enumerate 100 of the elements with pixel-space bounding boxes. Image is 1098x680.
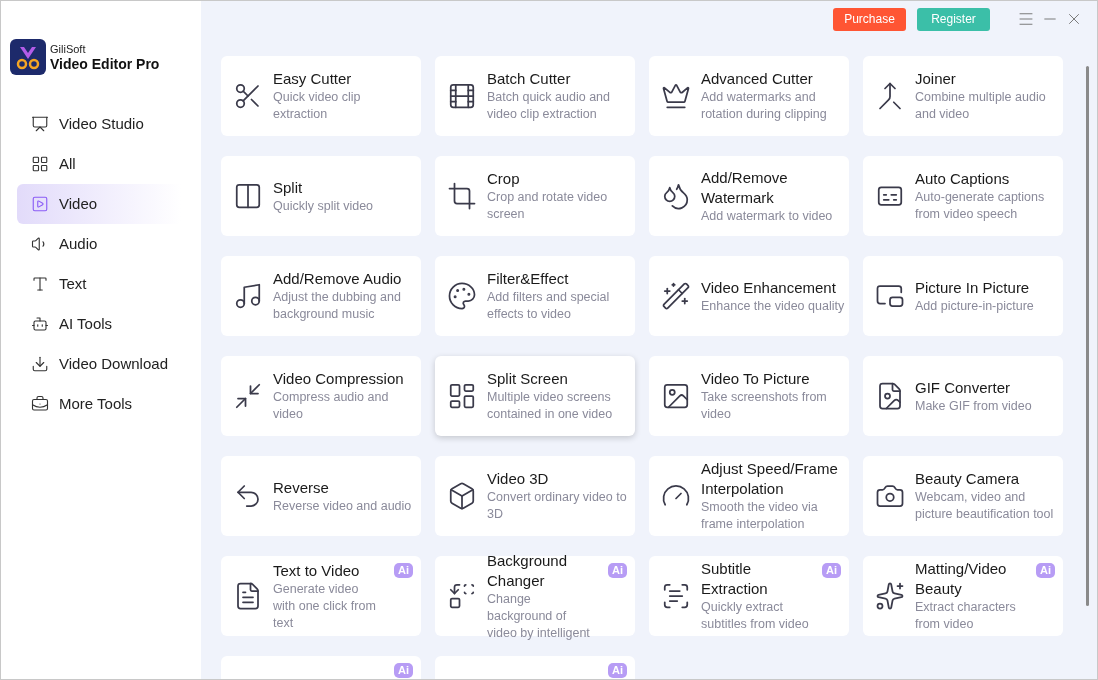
tool-card[interactable]: Video To Picture Take screenshots from video [649,356,849,436]
tool-description: Add watermarks and rotation during clipping [701,89,828,123]
scrollbar[interactable] [1085,66,1089,606]
tool-card[interactable]: Beauty Camera Webcam, video and picture beautification tool [863,456,1063,536]
tool-description: Quickly split video [273,197,374,215]
tool-icon [661,381,691,411]
tool-title: Text to Video [273,560,361,581]
ai-badge: Ai [1036,563,1055,578]
tool-description: Reverse video and audio [273,497,412,515]
tool-title: Picture In Picture [915,277,1031,298]
tool-card[interactable]: Add/Remove Watermark Add watermark to video [649,156,849,236]
tool-icon [661,281,691,311]
tool-card[interactable]: Video 3D Convert ordinary video to 3D [435,456,635,536]
tool-title: Crop [487,169,521,189]
sidebar-item[interactable]: All [17,144,181,184]
menu-icon[interactable] [1017,10,1035,28]
nav-icon [31,275,49,293]
nav-icon [31,195,49,213]
tool-description: Enhance the video quality [701,297,845,315]
tool-card[interactable]: Video Enhancement Enhance the video quality [649,256,849,336]
sidebar-item[interactable]: Audio [17,224,181,264]
tool-icon [875,581,905,611]
tool-description: Adjust the dubbing and background music [273,289,402,323]
logo-icon [10,39,46,75]
tool-description: Crop and rotate video screen [487,189,609,223]
tool-title: Split Screen [487,369,569,389]
tool-description: Compress audio and video [273,389,390,423]
tool-title: Subtitle Extraction [701,559,769,599]
nav-icon [31,315,49,333]
tool-card[interactable]: GIF Converter Make GIF from video [863,356,1063,436]
tool-description: Add filters and special effects to video [487,289,611,323]
tool-title: Split [273,177,304,198]
tool-description: Make GIF from video [915,397,1032,415]
sidebar-item[interactable]: More Tools [17,384,181,424]
tool-title: Video Enhancement [701,277,837,298]
tool-icon [233,181,263,211]
tool-card[interactable]: Subtitle Extraction Quickly extract subtitles from video Ai [649,556,849,636]
tool-description: Batch quick audio and video clip extraction [487,89,611,123]
tool-card[interactable]: Joiner Combine multiple audio and video [863,56,1063,136]
tool-icon [447,81,477,111]
tool-card[interactable]: Auto Captions Auto-generate captions from video speech [863,156,1063,236]
tool-icon [447,181,477,211]
tool-icon [661,81,691,111]
tool-icon [233,281,263,311]
tool-icon [447,581,477,611]
ai-badge: Ai [394,563,413,578]
tool-title: Advanced Cutter [701,69,814,89]
tool-card[interactable]: Batch Cutter Batch quick audio and video clip extraction [435,56,635,136]
ai-badge: Ai [608,563,627,578]
sidebar-item[interactable]: Video Download [17,344,181,384]
nav-icon [31,395,49,413]
tool-description: Extract characters from video [915,599,1017,633]
tool-card[interactable]: Add/Remove Audio Adjust the dubbing and background music [221,256,421,336]
tool-title: Matting/Video Beauty [915,559,1008,599]
tool-card[interactable]: Picture In Picture Add picture-in-picture [863,256,1063,336]
tool-title: Add/Remove Audio [273,269,403,289]
tool-title: Batch Cutter [487,69,572,89]
tool-title: Beauty Camera [915,469,1021,489]
sidebar-item[interactable]: Text [17,264,181,304]
tool-description: Take screenshots from video [701,389,828,423]
tool-description: Quickly extract subtitles from video [701,599,810,633]
tool-icon [233,381,263,411]
tool-card[interactable]: Crop Crop and rotate video screen [435,156,635,236]
tool-title: Video Compression [273,369,405,389]
tool-description: Add picture-in-picture [915,297,1034,315]
tool-card[interactable]: Adjust Speed/Frame Interpolation Smooth the video via frame interpolation [649,456,849,536]
brand-name: GiliSoft [50,42,87,56]
tool-card[interactable]: Split Screen Multiple video screens contained in one video [435,356,635,436]
tool-description: Quick video clip extraction [273,89,362,123]
tool-icon [661,581,691,611]
tool-card[interactable]: Reverse Reverse video and audio [221,456,421,536]
tool-card[interactable]: Filter&Effect Add filters and special effects to video [435,256,635,336]
tool-title: Auto Captions [915,169,1011,189]
tool-icon [661,181,691,211]
tool-description: Multiple video screens contained in one video [487,389,614,423]
product-name: Video Editor Pro [50,55,160,72]
nav-icon [31,355,49,373]
tool-description: Smooth the video via frame interpolation [701,499,819,533]
tool-card[interactable]: Split Quickly split video [221,156,421,236]
sidebar-item[interactable]: Video Studio [17,104,181,144]
tool-title: Video To Picture [701,369,811,389]
tool-card[interactable]: Video Compression Compress audio and video [221,356,421,436]
nav-icon [31,155,49,173]
tool-card[interactable]: Advanced Cutter Add watermarks and rotation during clipping [649,56,849,136]
ai-badge: Ai [394,663,413,678]
sidebar-item[interactable]: AI Tools [17,304,181,344]
tool-description: Convert ordinary video to 3D [487,489,628,523]
tool-icon [447,481,477,511]
tool-title: Easy Cutter [273,69,353,89]
tool-icon [447,281,477,311]
tool-title: Filter&Effect [487,269,570,289]
tool-title: Reverse [273,477,330,498]
tool-description: Auto-generate captions from video speech [915,189,1046,223]
ai-badge: Ai [608,663,627,678]
tool-card[interactable]: Matting/Video Beauty Extract characters from video Ai [863,556,1063,636]
tool-card[interactable]: Text to Video Generate video with one click from text Ai [221,556,421,636]
tool-icon [447,381,477,411]
tool-card[interactable]: Easy Cutter Quick video clip extraction [221,56,421,136]
tool-description: Add watermark to video [701,207,834,225]
tool-title: Add/Remove Watermark [701,167,789,208]
